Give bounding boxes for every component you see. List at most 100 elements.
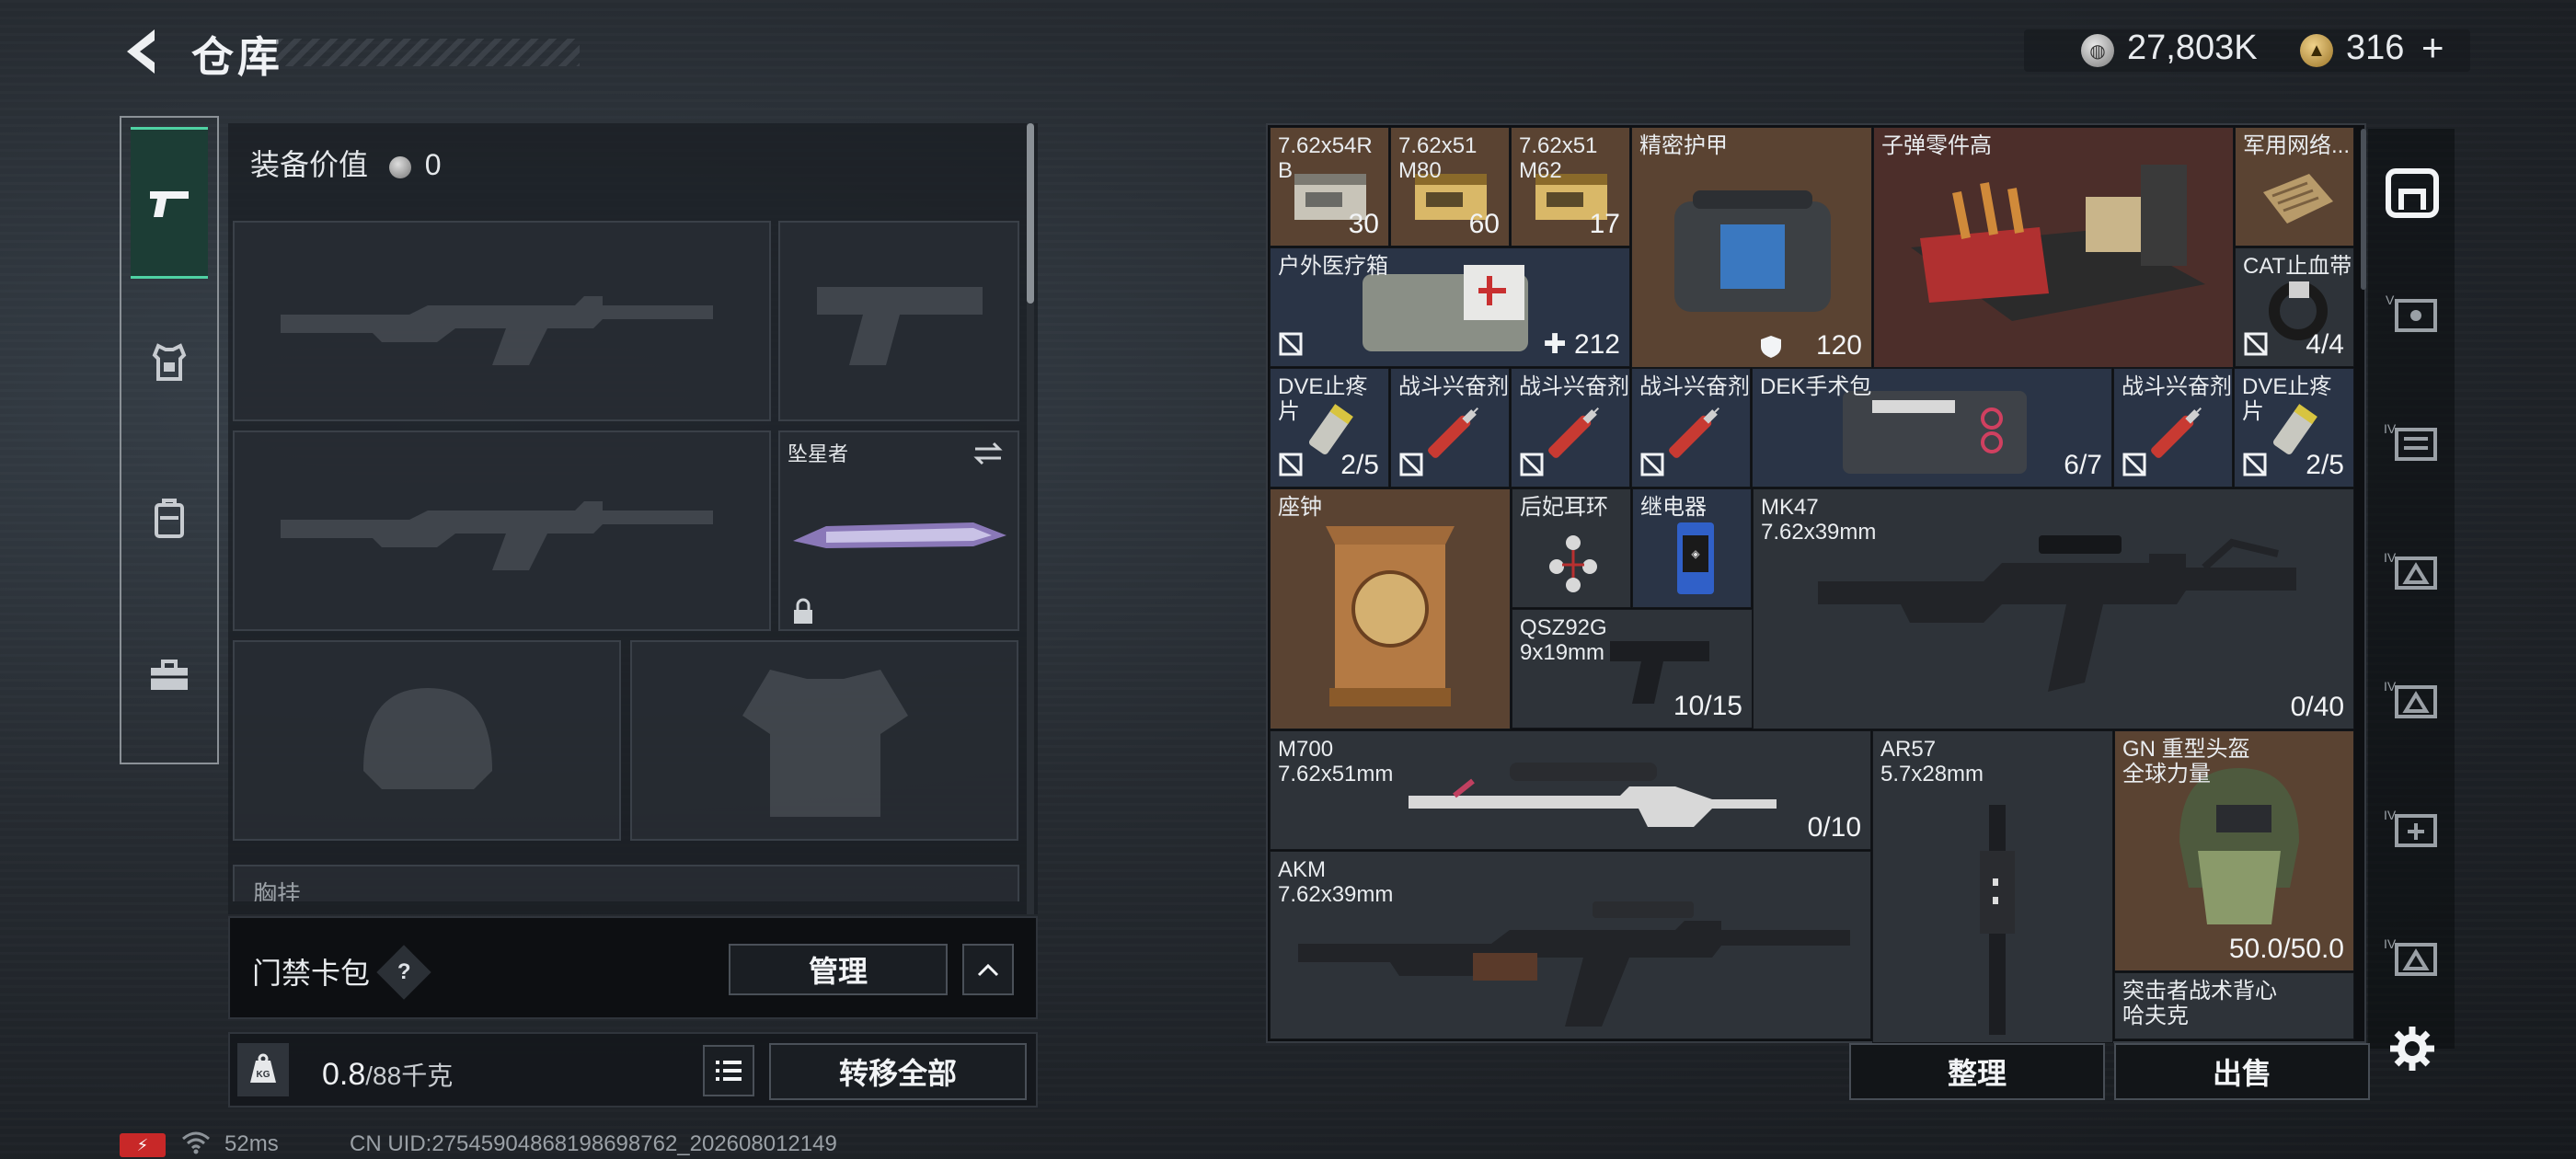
desk-clock-icon	[1326, 526, 1455, 706]
armor-vest-icon	[1674, 190, 1831, 312]
item-name: 子弹零件高	[1881, 133, 1992, 158]
item-name: 突击者战术背心 哈夫克	[2122, 979, 2277, 1028]
inventory-item[interactable]: QSZ92G 9x19mm 10/15	[1512, 609, 1753, 729]
item-name: QSZ92G 9x19mm	[1520, 615, 1607, 665]
pistol-slot[interactable]	[778, 221, 1019, 421]
item-name: DVE止疼片	[1278, 374, 1368, 424]
item-name: 7.62x51 M62	[1519, 133, 1598, 183]
no-insure-icon	[1279, 332, 1303, 356]
settings-gear-icon[interactable]	[2375, 1012, 2449, 1085]
svg-text:IV: IV	[2384, 679, 2397, 694]
sniper-rifle-icon	[1409, 763, 1777, 827]
inventory-item[interactable]: DEK手术包 6/7	[1752, 368, 2112, 488]
transfer-all-button[interactable]: 转移全部	[769, 1043, 1027, 1100]
item-name: AKM 7.62x39mm	[1278, 857, 1394, 907]
item-name: GN 重型头盔 全球力量	[2122, 737, 2250, 786]
container-slot-icon[interactable]: V	[2375, 276, 2449, 350]
add-gold-button[interactable]: +	[2421, 26, 2444, 70]
item-count: 10/15	[1673, 691, 1742, 721]
list-view-button[interactable]	[703, 1045, 754, 1096]
inventory-item[interactable]: MK47 7.62x39mm 0/40	[1753, 488, 2354, 729]
inventory-item[interactable]: 子弹零件高	[1873, 127, 2234, 368]
inventory-item[interactable]: DVE止疼片 2/5	[2234, 368, 2354, 488]
inventory-item[interactable]: GN 重型头盔 全球力量 50.0/50.0	[2114, 730, 2354, 971]
wifi-icon	[182, 1131, 210, 1154]
no-insure-icon	[1279, 453, 1303, 476]
item-count: ✚ 212	[1543, 329, 1620, 360]
armor-slot[interactable]	[630, 640, 1018, 841]
back-arrow-icon[interactable]	[120, 26, 160, 77]
inventory-item[interactable]: 战斗兴奋剂	[1390, 368, 1510, 488]
container-slot-icon[interactable]: IV	[2375, 405, 2449, 478]
weight-current: 0.8	[322, 1057, 366, 1092]
inventory-item[interactable]: 精密护甲 120	[1631, 127, 1872, 368]
equipment-scroll-thumb[interactable]	[1027, 123, 1034, 304]
inventory-scrollbar[interactable]	[2361, 129, 2366, 290]
inventory-item[interactable]: 座钟	[1270, 488, 1511, 729]
inventory-item[interactable]: 继电器 ◈	[1632, 488, 1752, 608]
safe-box-icon[interactable]	[2375, 156, 2449, 230]
inventory-item[interactable]: 户外医疗箱 ✚ 212	[1270, 247, 1630, 367]
item-name: 军用网络...	[2243, 133, 2351, 158]
armor-silhouette-icon	[742, 670, 908, 817]
ammo-parts-kit-icon	[1911, 165, 2205, 321]
silver-coin-icon: ◍	[2081, 34, 2114, 67]
secondary-weapon-slot[interactable]	[233, 430, 771, 631]
helmet-slot[interactable]	[233, 640, 621, 841]
no-insure-icon	[1520, 453, 1544, 476]
stim-injector-icon	[1669, 407, 1719, 458]
melee-slot[interactable]: 坠星者	[778, 430, 1019, 631]
organize-button[interactable]: 整理	[1849, 1043, 2105, 1100]
inventory-item[interactable]: AR57 5.7x28mm	[1872, 730, 2113, 1043]
pistol-icon[interactable]	[131, 166, 208, 243]
rifle-icon	[1298, 901, 1850, 1027]
swap-icon[interactable]	[972, 440, 1005, 467]
inventory-item[interactable]: AKM 7.62x39mm	[1270, 851, 1871, 1039]
item-name: 7.62x54R B	[1278, 133, 1373, 183]
collapse-button[interactable]	[962, 944, 1014, 995]
stim-injector-icon	[1548, 407, 1599, 458]
inventory-item[interactable]: 7.62x51 M80 60	[1390, 127, 1510, 247]
durability-shield-icon	[1761, 336, 1781, 358]
manage-button[interactable]: 管理	[729, 944, 948, 995]
sell-button[interactable]: 出售	[2114, 1043, 2370, 1100]
container-slot-icon[interactable]: IV	[2375, 791, 2449, 865]
inventory-item[interactable]: 7.62x51 M62 17	[1511, 127, 1630, 247]
no-insure-icon	[2243, 453, 2267, 476]
item-count: 60	[1468, 209, 1500, 239]
primary-weapon-slot[interactable]	[233, 221, 771, 421]
page-title: 仓库	[191, 33, 283, 81]
inventory-item[interactable]: M700 7.62x51mm 0/10	[1270, 730, 1871, 850]
inventory-item[interactable]: 军用网络...	[2235, 127, 2354, 247]
armor-icon[interactable]	[131, 324, 208, 401]
item-name: 户外医疗箱	[1278, 254, 1388, 279]
item-count: 50.0/50.0	[2228, 934, 2344, 964]
inventory-item[interactable]: 战斗兴奋剂	[2113, 368, 2233, 488]
inventory-item[interactable]: DVE止疼片 2/5	[1270, 368, 1389, 488]
silver-amount: 27,803K	[2127, 29, 2258, 67]
helmet-silhouette-icon	[363, 688, 492, 789]
inventory-item[interactable]: 战斗兴奋剂	[1511, 368, 1630, 488]
toolbox-icon[interactable]	[131, 637, 208, 714]
inventory-item[interactable]: 7.62x54R B 30	[1270, 127, 1389, 247]
equipment-value-amount: 0	[424, 148, 442, 181]
item-count: 17	[1589, 209, 1620, 239]
inventory-item[interactable]: 战斗兴奋剂	[1631, 368, 1751, 488]
weight-readout: 0.8/88千克	[322, 1056, 453, 1093]
container-slot-icon[interactable]: IV	[2375, 534, 2449, 607]
inventory-item[interactable]: CAT止血带 4/4	[2235, 247, 2354, 367]
inventory-item[interactable]: 后妃耳环	[1512, 488, 1631, 608]
item-name: M700 7.62x51mm	[1278, 737, 1394, 786]
item-name: AR57 5.7x28mm	[1880, 737, 1984, 786]
backpack-icon[interactable]	[131, 480, 208, 557]
lock-icon	[794, 598, 812, 624]
item-count: 2/5	[1340, 450, 1379, 480]
container-slot-icon[interactable]: IV	[2375, 662, 2449, 736]
knife-icon	[793, 522, 1006, 548]
smg-icon	[1980, 805, 2015, 1035]
container-slot-icon[interactable]: IV	[2375, 920, 2449, 993]
item-count: 30	[1348, 209, 1379, 239]
inventory-item[interactable]: 突击者战术背心 哈夫克	[2114, 972, 2354, 1039]
item-name: CAT止血带	[2243, 254, 2352, 279]
chest-rig-slot[interactable]: 胸挂	[233, 865, 1019, 901]
